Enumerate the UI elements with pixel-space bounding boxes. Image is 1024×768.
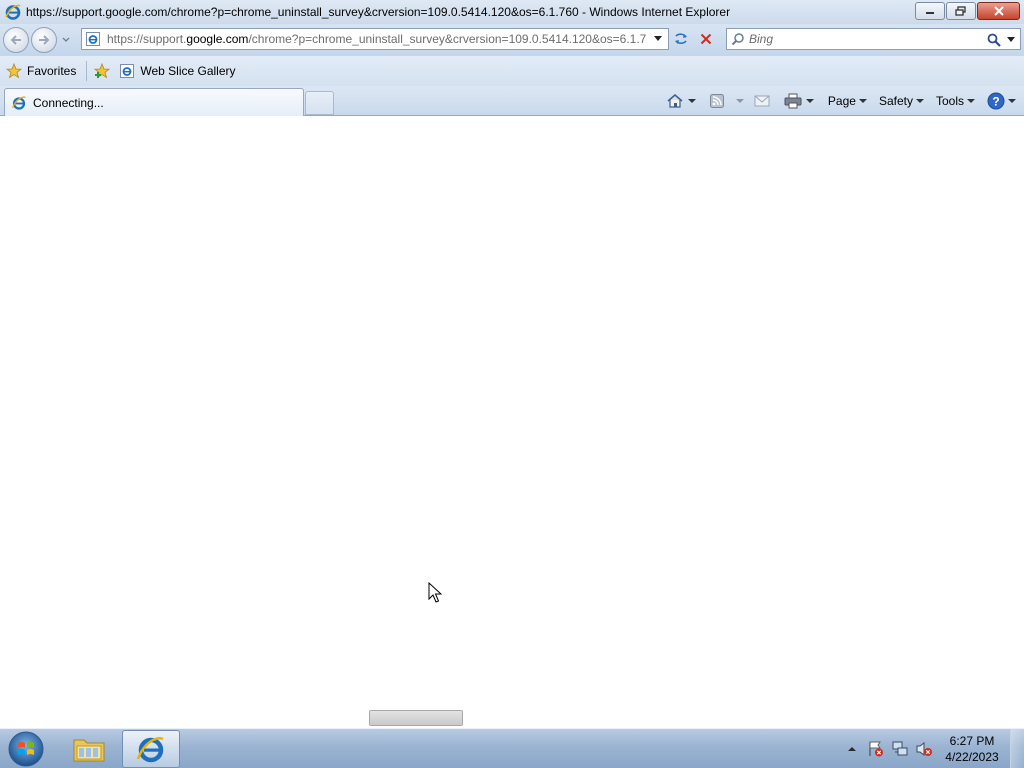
chevron-down-icon — [1008, 99, 1016, 103]
url-prefix: https://support. — [107, 32, 187, 46]
navigation-bar: https://support.google.com/chrome?p=chro… — [0, 24, 1024, 56]
search-input[interactable] — [749, 32, 989, 46]
show-hidden-icons-button[interactable] — [840, 739, 864, 759]
dropdown-arrow-icon — [1007, 37, 1015, 42]
progress-fill — [370, 711, 462, 725]
home-dropdown[interactable] — [687, 90, 700, 112]
page-menu-label: Page — [827, 94, 856, 108]
ie-icon — [136, 737, 164, 763]
favorites-bar: Favorites Web Slice Gallery — [0, 56, 1024, 86]
chevron-down-icon — [967, 99, 975, 103]
minimize-button[interactable] — [915, 2, 945, 20]
tools-menu[interactable]: Tools — [932, 90, 979, 112]
chevron-down-icon — [915, 99, 924, 103]
ie-page-icon — [120, 64, 135, 78]
safety-menu-label: Safety — [878, 94, 913, 108]
taskbar-internet-explorer[interactable] — [122, 730, 180, 768]
home-button[interactable] — [662, 90, 688, 112]
mail-icon — [754, 95, 770, 107]
rss-feed-icon — [709, 94, 724, 108]
tools-menu-label: Tools — [935, 94, 964, 108]
refresh-icon — [675, 33, 687, 45]
chevron-down-icon — [735, 99, 744, 103]
folder-icon — [73, 739, 105, 762]
tab-command-bar: Connecting... Page Safety Tools ? — [0, 86, 1024, 116]
page-content[interactable] — [0, 116, 1024, 728]
address-dropdown[interactable] — [651, 32, 665, 46]
taskbar: 6:27 PM 4/22/2023 — [0, 728, 1024, 768]
add-to-favorites-bar-button[interactable] — [91, 59, 113, 83]
home-icon — [667, 94, 683, 108]
system-clock[interactable]: 6:27 PM 4/22/2023 — [938, 733, 1006, 765]
tab-title: Connecting... — [33, 95, 104, 110]
page-menu[interactable]: Page — [824, 90, 871, 112]
favorites-separator — [86, 61, 88, 81]
dropdown-arrow-icon — [654, 36, 662, 41]
magnifier-icon[interactable] — [986, 32, 1002, 48]
address-bar[interactable]: https://support.google.com/chrome?p=chro… — [81, 28, 669, 50]
search-icon — [731, 33, 744, 46]
favorite-item-web-slice-gallery[interactable]: Web Slice Gallery — [113, 59, 241, 83]
url-domain: google.com — [186, 32, 249, 46]
chevron-down-icon — [805, 99, 814, 103]
show-desktop-button[interactable] — [1010, 729, 1024, 768]
stop-button[interactable] — [694, 28, 718, 50]
chevron-up-icon — [848, 747, 856, 751]
start-button[interactable] — [6, 730, 46, 768]
tab-active[interactable]: Connecting... — [4, 88, 304, 116]
feeds-button[interactable] — [706, 90, 728, 112]
add-favorite-icon — [94, 63, 111, 79]
mouse-cursor-icon — [428, 582, 442, 603]
clock-time: 6:27 PM — [949, 734, 995, 748]
network-icon[interactable] — [888, 739, 912, 759]
taskbar-windows-explorer[interactable] — [60, 730, 118, 768]
print-button[interactable] — [780, 90, 806, 112]
help-menu[interactable]: ? — [983, 90, 1020, 112]
restore-button[interactable] — [946, 2, 976, 20]
window-title: https://support.google.com/chrome?p=chro… — [26, 5, 731, 19]
address-url[interactable]: https://support.google.com/chrome?p=chro… — [107, 32, 647, 46]
printer-icon — [784, 93, 802, 109]
forward-arrow-icon — [39, 35, 50, 45]
search-box[interactable] — [726, 28, 1021, 50]
minimize-icon — [926, 12, 934, 14]
chevron-down-icon — [62, 37, 70, 42]
svg-text:?: ? — [992, 95, 999, 109]
ie-page-icon — [86, 32, 100, 46]
chevron-down-icon — [858, 99, 867, 103]
read-mail-button[interactable] — [750, 90, 774, 112]
compatibility-view-button[interactable] — [669, 28, 693, 50]
favorite-item-label: Web Slice Gallery — [140, 64, 236, 78]
recent-pages-dropdown[interactable] — [59, 33, 73, 47]
safety-menu[interactable]: Safety — [875, 90, 928, 112]
favorites-button[interactable]: Favorites — [0, 59, 82, 83]
help-icon: ? — [987, 92, 1005, 110]
back-button[interactable] — [3, 27, 29, 53]
close-icon — [993, 6, 1004, 16]
favorites-star-icon — [6, 63, 22, 79]
new-tab-button[interactable] — [305, 91, 334, 115]
window-controls — [915, 2, 1020, 20]
ie-icon — [5, 4, 21, 20]
clock-date: 4/22/2023 — [945, 750, 999, 764]
print-dropdown[interactable] — [805, 90, 818, 112]
chevron-down-icon — [687, 99, 696, 103]
search-options-dropdown[interactable] — [1007, 33, 1017, 47]
close-button[interactable] — [977, 2, 1020, 20]
title-bar: https://support.google.com/chrome?p=chro… — [0, 0, 1024, 24]
command-bar: Page Safety Tools ? — [662, 90, 1020, 112]
url-rest: /chrome?p=chrome_uninstall_survey&crvers… — [248, 32, 647, 46]
feeds-dropdown[interactable] — [734, 90, 746, 112]
stop-icon — [700, 33, 712, 45]
loading-progress-bar — [369, 710, 463, 726]
favorites-label: Favorites — [27, 64, 77, 78]
volume-muted-icon[interactable] — [912, 739, 936, 759]
ie-loading-icon — [11, 96, 26, 110]
notification-area: 6:27 PM 4/22/2023 — [840, 729, 1024, 768]
windows-orb-icon — [8, 731, 44, 767]
restore-icon — [955, 6, 966, 16]
action-center-icon[interactable] — [864, 739, 888, 759]
forward-button[interactable] — [31, 27, 57, 53]
back-arrow-icon — [10, 35, 21, 45]
